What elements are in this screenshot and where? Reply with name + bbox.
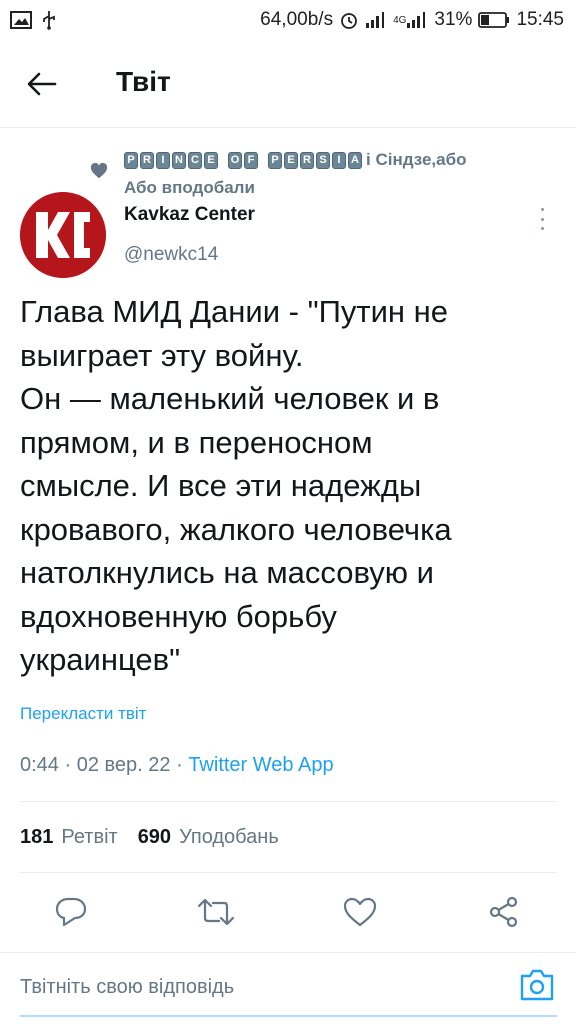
retweets-count: 181 xyxy=(20,826,54,848)
tweet-source-link[interactable]: Twitter Web App xyxy=(188,754,333,776)
likes-label: Уподобань xyxy=(179,826,279,848)
boxed-letter: P xyxy=(124,151,138,169)
boxed-letter: P xyxy=(268,151,282,169)
reply-underline xyxy=(20,1015,557,1017)
like-button[interactable] xyxy=(338,890,382,934)
boxed-letter: I xyxy=(156,151,170,169)
tweet-time: 0:44 xyxy=(20,754,59,776)
reply-input[interactable] xyxy=(20,971,500,1003)
retweet-button[interactable] xyxy=(194,890,238,934)
tweet-actions xyxy=(0,890,576,934)
tweet-text: Глава МИД Дании - "Путин не выиграет эту… xyxy=(20,294,452,677)
social-context-line-1: PRINCE OF PERSIA і Сіндзе,або xyxy=(124,146,564,174)
meta-separator: · xyxy=(176,754,189,776)
boxed-word-prince: PRINCE xyxy=(124,151,218,169)
more-dot-icon xyxy=(540,227,544,230)
meta-separator: · xyxy=(64,754,77,776)
boxed-letter: I xyxy=(332,151,346,169)
boxed-letter: C xyxy=(188,151,202,169)
status-right: 64,00b/s 4G 31% 15:45 xyxy=(260,9,564,31)
likes-count: 690 xyxy=(137,826,172,848)
tweet-meta: 0:44 · 02 вер. 22 · Twitter Web App xyxy=(20,754,334,777)
camera-button[interactable] xyxy=(518,967,556,1003)
app-header: Твіт xyxy=(0,40,576,128)
retweet-icon xyxy=(197,898,235,926)
avatar[interactable] xyxy=(20,192,106,278)
tweet-stats: 181 Ретвіт 690 Уподобань xyxy=(20,826,279,849)
author-name[interactable]: Kavkaz Center xyxy=(124,204,255,226)
boxed-letter: O xyxy=(228,151,242,169)
retweets-label: Ретвіт xyxy=(61,826,118,848)
boxed-word-persia: PERSIA xyxy=(268,151,362,169)
status-bar: 64,00b/s 4G 31% 15:45 xyxy=(0,0,576,40)
reply-bar xyxy=(0,952,576,1024)
boxed-letter: E xyxy=(204,151,218,169)
boxed-word-of: OF xyxy=(228,151,258,169)
like-icon xyxy=(343,897,377,927)
boxed-letter: N xyxy=(172,151,186,169)
share-icon xyxy=(489,896,518,928)
boxed-letter: E xyxy=(284,151,298,169)
alarm-icon xyxy=(339,10,359,30)
battery-icon xyxy=(478,11,510,29)
divider xyxy=(20,872,557,873)
boxed-letter: A xyxy=(348,151,362,169)
heart-icon xyxy=(90,162,108,179)
network-type: 4G xyxy=(393,14,407,26)
tweet-date: 02 вер. 22 xyxy=(76,754,171,776)
boxed-letter: S xyxy=(316,151,330,169)
more-options-button[interactable] xyxy=(532,204,552,234)
reply-button[interactable] xyxy=(49,890,93,934)
translate-tweet-link[interactable]: Перекласти твіт xyxy=(20,704,146,724)
battery-percent: 31% xyxy=(434,9,473,30)
social-context-text[interactable]: PRINCE OF PERSIA і Сіндзе,або Або вподоб… xyxy=(124,146,564,202)
social-context-suffix: і Сіндзе,або xyxy=(366,150,467,169)
kavkaz-center-logo xyxy=(20,192,106,278)
network-speed: 64,00b/s xyxy=(260,9,334,30)
author-handle[interactable]: @newkc14 xyxy=(124,244,218,266)
more-dot-icon xyxy=(540,217,544,221)
network-4g-icon: 4G xyxy=(393,11,428,29)
camera-icon xyxy=(520,969,554,1001)
status-left xyxy=(10,10,56,30)
usb-icon xyxy=(42,10,56,30)
reply-icon xyxy=(55,897,87,927)
image-notification-icon xyxy=(10,11,32,29)
back-button[interactable] xyxy=(22,64,62,104)
share-button[interactable] xyxy=(482,890,526,934)
likes-stat[interactable]: 690 Уподобань xyxy=(138,826,279,849)
more-dot-icon xyxy=(540,208,544,211)
arrow-left-icon xyxy=(27,72,57,96)
signal-icon xyxy=(365,11,387,29)
divider xyxy=(20,801,557,802)
page-title: Твіт xyxy=(116,66,171,97)
retweets-stat[interactable]: 181 Ретвіт xyxy=(20,826,118,849)
boxed-letter: R xyxy=(300,151,314,169)
boxed-letter: R xyxy=(140,151,154,169)
boxed-letter: F xyxy=(244,151,258,169)
clock: 15:45 xyxy=(516,9,564,30)
social-context-line-2: Або вподобали xyxy=(124,178,255,197)
